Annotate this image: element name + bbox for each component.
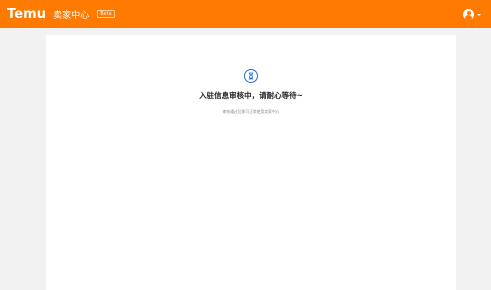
status-title: 入驻信息审核中，请耐心等待~ bbox=[199, 91, 303, 100]
watermark: · · · bbox=[349, 217, 366, 233]
watermark: · · · bbox=[159, 137, 176, 153]
watermark: · · · bbox=[254, 217, 271, 233]
top-navigation-bar: Temu 卖家中心 Beta bbox=[0, 0, 491, 28]
beta-badge: Beta bbox=[97, 10, 115, 18]
review-status: 入驻信息审核中，请耐心等待~ 审核通过后即可正常使用卖家中心 bbox=[46, 69, 456, 115]
watermark: · · · bbox=[254, 137, 271, 153]
temu-logo[interactable]: Temu bbox=[7, 7, 46, 22]
watermark: · · · bbox=[64, 217, 81, 233]
status-subtitle: 审核通过后即可正常使用卖家中心 bbox=[222, 109, 280, 114]
portal-title: 卖家中心 bbox=[53, 10, 90, 21]
watermark: · · · bbox=[349, 137, 366, 153]
chevron-down-icon[interactable] bbox=[477, 13, 481, 16]
watermark: · · · bbox=[159, 217, 176, 233]
user-menu[interactable] bbox=[463, 8, 481, 20]
main-content-panel: · · · · · · · · · · · · · · · · · · · · … bbox=[46, 35, 456, 290]
hourglass-icon bbox=[244, 69, 258, 83]
user-avatar-icon[interactable] bbox=[463, 8, 474, 20]
watermark: · · · bbox=[64, 137, 81, 153]
brand: Temu 卖家中心 Beta bbox=[7, 7, 115, 22]
